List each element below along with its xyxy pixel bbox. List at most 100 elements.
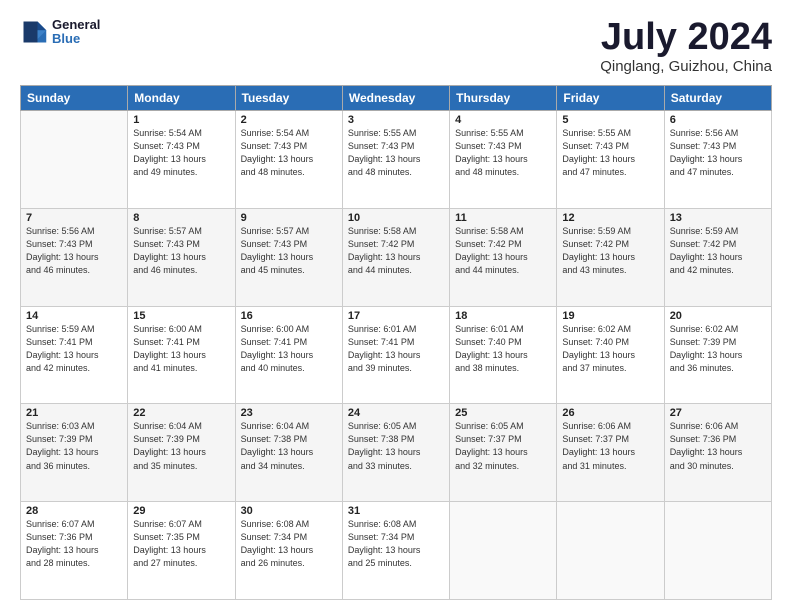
logo-icon bbox=[20, 18, 48, 46]
cell-content: Sunrise: 6:07 AM Sunset: 7:35 PM Dayligh… bbox=[133, 518, 229, 570]
weekday-header-friday: Friday bbox=[557, 86, 664, 111]
calendar-cell: 13Sunrise: 5:59 AM Sunset: 7:42 PM Dayli… bbox=[664, 208, 771, 306]
calendar-cell: 30Sunrise: 6:08 AM Sunset: 7:34 PM Dayli… bbox=[235, 502, 342, 600]
cell-content: Sunrise: 6:05 AM Sunset: 7:38 PM Dayligh… bbox=[348, 420, 444, 472]
cell-content: Sunrise: 6:02 AM Sunset: 7:39 PM Dayligh… bbox=[670, 323, 766, 375]
weekday-header-monday: Monday bbox=[128, 86, 235, 111]
calendar-cell: 26Sunrise: 6:06 AM Sunset: 7:37 PM Dayli… bbox=[557, 404, 664, 502]
calendar-cell bbox=[664, 502, 771, 600]
logo-text: General Blue bbox=[52, 18, 100, 47]
cell-content: Sunrise: 5:59 AM Sunset: 7:41 PM Dayligh… bbox=[26, 323, 122, 375]
day-number: 4 bbox=[455, 114, 551, 126]
calendar-cell: 23Sunrise: 6:04 AM Sunset: 7:38 PM Dayli… bbox=[235, 404, 342, 502]
day-number: 2 bbox=[241, 114, 337, 126]
cell-content: Sunrise: 5:55 AM Sunset: 7:43 PM Dayligh… bbox=[455, 127, 551, 179]
day-number: 8 bbox=[133, 212, 229, 224]
cell-content: Sunrise: 6:08 AM Sunset: 7:34 PM Dayligh… bbox=[241, 518, 337, 570]
day-number: 6 bbox=[670, 114, 766, 126]
header: General Blue July 2024 Qinglang, Guizhou… bbox=[20, 18, 772, 75]
calendar-cell: 17Sunrise: 6:01 AM Sunset: 7:41 PM Dayli… bbox=[342, 306, 449, 404]
calendar-cell: 9Sunrise: 5:57 AM Sunset: 7:43 PM Daylig… bbox=[235, 208, 342, 306]
day-number: 23 bbox=[241, 407, 337, 419]
cell-content: Sunrise: 5:55 AM Sunset: 7:43 PM Dayligh… bbox=[562, 127, 658, 179]
day-number: 10 bbox=[348, 212, 444, 224]
day-number: 31 bbox=[348, 505, 444, 517]
day-number: 3 bbox=[348, 114, 444, 126]
day-number: 13 bbox=[670, 212, 766, 224]
calendar-cell: 1Sunrise: 5:54 AM Sunset: 7:43 PM Daylig… bbox=[128, 111, 235, 209]
calendar-cell: 18Sunrise: 6:01 AM Sunset: 7:40 PM Dayli… bbox=[450, 306, 557, 404]
cell-content: Sunrise: 5:59 AM Sunset: 7:42 PM Dayligh… bbox=[562, 225, 658, 277]
day-number: 18 bbox=[455, 310, 551, 322]
weekday-header-wednesday: Wednesday bbox=[342, 86, 449, 111]
day-number: 7 bbox=[26, 212, 122, 224]
cell-content: Sunrise: 5:56 AM Sunset: 7:43 PM Dayligh… bbox=[670, 127, 766, 179]
weekday-header-saturday: Saturday bbox=[664, 86, 771, 111]
calendar-cell: 27Sunrise: 6:06 AM Sunset: 7:36 PM Dayli… bbox=[664, 404, 771, 502]
day-number: 26 bbox=[562, 407, 658, 419]
calendar-cell bbox=[450, 502, 557, 600]
title-section: July 2024 Qinglang, Guizhou, China bbox=[600, 18, 772, 75]
cell-content: Sunrise: 6:06 AM Sunset: 7:37 PM Dayligh… bbox=[562, 420, 658, 472]
day-number: 25 bbox=[455, 407, 551, 419]
calendar-cell: 14Sunrise: 5:59 AM Sunset: 7:41 PM Dayli… bbox=[21, 306, 128, 404]
day-number: 12 bbox=[562, 212, 658, 224]
calendar-cell bbox=[557, 502, 664, 600]
calendar-cell: 15Sunrise: 6:00 AM Sunset: 7:41 PM Dayli… bbox=[128, 306, 235, 404]
month-title: July 2024 bbox=[600, 18, 772, 56]
day-number: 5 bbox=[562, 114, 658, 126]
logo-line1: General bbox=[52, 18, 100, 32]
calendar-cell: 11Sunrise: 5:58 AM Sunset: 7:42 PM Dayli… bbox=[450, 208, 557, 306]
cell-content: Sunrise: 6:05 AM Sunset: 7:37 PM Dayligh… bbox=[455, 420, 551, 472]
cell-content: Sunrise: 5:56 AM Sunset: 7:43 PM Dayligh… bbox=[26, 225, 122, 277]
calendar-cell: 7Sunrise: 5:56 AM Sunset: 7:43 PM Daylig… bbox=[21, 208, 128, 306]
day-number: 24 bbox=[348, 407, 444, 419]
weekday-header-sunday: Sunday bbox=[21, 86, 128, 111]
logo-line2: Blue bbox=[52, 32, 100, 46]
calendar-cell: 8Sunrise: 5:57 AM Sunset: 7:43 PM Daylig… bbox=[128, 208, 235, 306]
calendar-cell: 12Sunrise: 5:59 AM Sunset: 7:42 PM Dayli… bbox=[557, 208, 664, 306]
day-number: 22 bbox=[133, 407, 229, 419]
week-row-3: 14Sunrise: 5:59 AM Sunset: 7:41 PM Dayli… bbox=[21, 306, 772, 404]
logo: General Blue bbox=[20, 18, 100, 47]
cell-content: Sunrise: 6:07 AM Sunset: 7:36 PM Dayligh… bbox=[26, 518, 122, 570]
cell-content: Sunrise: 5:57 AM Sunset: 7:43 PM Dayligh… bbox=[133, 225, 229, 277]
calendar-cell: 10Sunrise: 5:58 AM Sunset: 7:42 PM Dayli… bbox=[342, 208, 449, 306]
calendar-cell bbox=[21, 111, 128, 209]
cell-content: Sunrise: 6:01 AM Sunset: 7:40 PM Dayligh… bbox=[455, 323, 551, 375]
day-number: 14 bbox=[26, 310, 122, 322]
cell-content: Sunrise: 5:54 AM Sunset: 7:43 PM Dayligh… bbox=[241, 127, 337, 179]
cell-content: Sunrise: 6:03 AM Sunset: 7:39 PM Dayligh… bbox=[26, 420, 122, 472]
calendar-cell: 5Sunrise: 5:55 AM Sunset: 7:43 PM Daylig… bbox=[557, 111, 664, 209]
cell-content: Sunrise: 6:00 AM Sunset: 7:41 PM Dayligh… bbox=[241, 323, 337, 375]
calendar-cell: 21Sunrise: 6:03 AM Sunset: 7:39 PM Dayli… bbox=[21, 404, 128, 502]
calendar-cell: 16Sunrise: 6:00 AM Sunset: 7:41 PM Dayli… bbox=[235, 306, 342, 404]
day-number: 30 bbox=[241, 505, 337, 517]
cell-content: Sunrise: 6:00 AM Sunset: 7:41 PM Dayligh… bbox=[133, 323, 229, 375]
week-row-2: 7Sunrise: 5:56 AM Sunset: 7:43 PM Daylig… bbox=[21, 208, 772, 306]
cell-content: Sunrise: 6:02 AM Sunset: 7:40 PM Dayligh… bbox=[562, 323, 658, 375]
day-number: 9 bbox=[241, 212, 337, 224]
location: Qinglang, Guizhou, China bbox=[600, 58, 772, 75]
day-number: 1 bbox=[133, 114, 229, 126]
day-number: 29 bbox=[133, 505, 229, 517]
cell-content: Sunrise: 5:58 AM Sunset: 7:42 PM Dayligh… bbox=[455, 225, 551, 277]
header-row: SundayMondayTuesdayWednesdayThursdayFrid… bbox=[21, 86, 772, 111]
day-number: 20 bbox=[670, 310, 766, 322]
cell-content: Sunrise: 6:04 AM Sunset: 7:38 PM Dayligh… bbox=[241, 420, 337, 472]
cell-content: Sunrise: 5:55 AM Sunset: 7:43 PM Dayligh… bbox=[348, 127, 444, 179]
day-number: 19 bbox=[562, 310, 658, 322]
calendar-cell: 22Sunrise: 6:04 AM Sunset: 7:39 PM Dayli… bbox=[128, 404, 235, 502]
cell-content: Sunrise: 6:08 AM Sunset: 7:34 PM Dayligh… bbox=[348, 518, 444, 570]
day-number: 27 bbox=[670, 407, 766, 419]
weekday-header-thursday: Thursday bbox=[450, 86, 557, 111]
calendar-cell: 2Sunrise: 5:54 AM Sunset: 7:43 PM Daylig… bbox=[235, 111, 342, 209]
week-row-1: 1 Sunrise: 5:54 AM Sunset: 7:43 PM Daylig… bbox=[21, 111, 772, 209]
calendar-cell: 4Sunrise: 5:55 AM Sunset: 7:43 PM Daylig… bbox=[450, 111, 557, 209]
cell-content: Sunrise: 6:01 AM Sunset: 7:41 PM Dayligh… bbox=[348, 323, 444, 375]
cell-content: Sunrise: 5:57 AM Sunset: 7:43 PM Dayligh… bbox=[241, 225, 337, 277]
calendar-cell: 25Sunrise: 6:05 AM Sunset: 7:37 PM Dayli… bbox=[450, 404, 557, 502]
week-row-4: 21Sunrise: 6:03 AM Sunset: 7:39 PM Dayli… bbox=[21, 404, 772, 502]
cell-content: Sunrise: 6:06 AM Sunset: 7:36 PM Dayligh… bbox=[670, 420, 766, 472]
day-number: 28 bbox=[26, 505, 122, 517]
